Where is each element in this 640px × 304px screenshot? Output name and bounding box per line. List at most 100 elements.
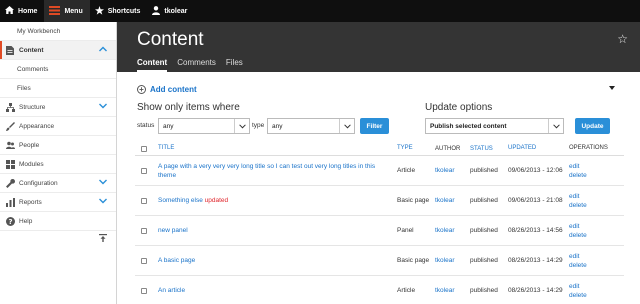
row-updated: 08/26/2013 - 14:56 bbox=[508, 227, 563, 234]
row-select-cell bbox=[135, 287, 158, 294]
sidebar-item-help[interactable]: ? Help bbox=[0, 212, 116, 231]
column-header-title[interactable]: TITLE bbox=[158, 144, 397, 153]
toolbar-user[interactable]: tkolear bbox=[147, 0, 194, 22]
row-checkbox[interactable] bbox=[141, 197, 147, 204]
row-author-link[interactable]: tkolear bbox=[435, 257, 470, 264]
row-author-link[interactable]: tkolear bbox=[435, 227, 470, 234]
update-action-select[interactable]: Publish selected content bbox=[425, 118, 564, 134]
admin-sidebar: My Workbench Content Comments Files Stru… bbox=[0, 22, 117, 304]
status-filter-value: any bbox=[163, 122, 174, 130]
people-icon bbox=[5, 140, 15, 150]
caret-down-icon[interactable] bbox=[609, 86, 615, 90]
delete-link[interactable]: delete bbox=[569, 171, 624, 180]
collapse-icon[interactable] bbox=[99, 234, 107, 244]
row-status: published bbox=[470, 197, 498, 204]
sidebar-item-label: Content bbox=[19, 46, 44, 54]
appearance-icon bbox=[5, 121, 15, 131]
row-title-link[interactable]: A basic page bbox=[158, 257, 195, 264]
row-select-cell bbox=[135, 227, 158, 234]
chevron-down-icon[interactable] bbox=[99, 198, 107, 206]
update-button[interactable]: Update bbox=[575, 118, 610, 134]
tab-comments[interactable]: Comments bbox=[177, 58, 216, 72]
sidebar-item-modules[interactable]: Modules bbox=[0, 155, 116, 174]
structure-icon bbox=[5, 102, 15, 112]
sidebar-item-label: Configuration bbox=[19, 179, 58, 187]
sidebar-item-my-workbench[interactable]: My Workbench bbox=[0, 22, 116, 41]
chevron-down-icon[interactable] bbox=[99, 103, 107, 111]
toolbar-home[interactable]: Home bbox=[0, 0, 44, 22]
row-checkbox[interactable] bbox=[141, 257, 147, 264]
help-icon: ? bbox=[5, 216, 15, 226]
type-filter-select[interactable]: any bbox=[267, 118, 355, 134]
toolbar-home-label: Home bbox=[18, 7, 38, 15]
sidebar-item-people[interactable]: People bbox=[0, 136, 116, 155]
row-select-cell bbox=[135, 197, 158, 204]
table-row: new panel Panel tkolear published 08/26/… bbox=[135, 216, 624, 246]
tab-files[interactable]: Files bbox=[226, 58, 243, 72]
row-title-cell: new panel bbox=[158, 226, 397, 235]
edit-link[interactable]: edit bbox=[569, 192, 624, 201]
column-header-type[interactable]: TYPE bbox=[397, 144, 435, 153]
row-type: Panel bbox=[397, 227, 414, 234]
row-checkbox[interactable] bbox=[141, 167, 147, 174]
sidebar-item-appearance[interactable]: Appearance bbox=[0, 117, 116, 136]
tab-content[interactable]: Content bbox=[137, 58, 168, 72]
add-content-link[interactable]: + Add content bbox=[137, 85, 197, 94]
reports-icon bbox=[5, 197, 15, 207]
sidebar-item-structure[interactable]: Structure bbox=[0, 98, 116, 117]
row-operations: edit delete bbox=[567, 282, 624, 300]
select-all-cell bbox=[135, 145, 158, 152]
row-title-link[interactable]: Something else bbox=[158, 197, 203, 204]
row-select-cell bbox=[135, 167, 158, 174]
sidebar-item-reports[interactable]: Reports bbox=[0, 193, 116, 212]
chevron-down-icon[interactable] bbox=[99, 179, 107, 187]
table-row: An article Article tkolear published 08/… bbox=[135, 276, 624, 304]
row-title-link[interactable]: new panel bbox=[158, 227, 188, 234]
update-heading: Update options bbox=[425, 102, 493, 113]
row-title-link[interactable]: A page with a very very very long title … bbox=[158, 163, 375, 179]
chevron-up-icon[interactable] bbox=[99, 46, 107, 54]
sidebar-item-content[interactable]: Content bbox=[0, 41, 116, 60]
column-header-updated[interactable]: UPDATED bbox=[508, 144, 567, 153]
sidebar-item-configuration[interactable]: Configuration bbox=[0, 174, 116, 193]
column-header-status[interactable]: STATUS bbox=[470, 146, 508, 152]
sidebar-item-comments[interactable]: Comments bbox=[0, 60, 116, 79]
table-row: Something else updated Basic page tkolea… bbox=[135, 186, 624, 216]
row-updated: 09/06/2013 - 12:06 bbox=[508, 167, 563, 174]
row-status: published bbox=[470, 227, 498, 234]
row-author-link[interactable]: tkolear bbox=[435, 287, 470, 294]
sidebar-item-label: Structure bbox=[19, 103, 46, 111]
primary-tabs: Content Comments Files bbox=[137, 58, 253, 72]
toolbar-menu[interactable]: Menu bbox=[44, 0, 90, 22]
edit-link[interactable]: edit bbox=[569, 252, 624, 261]
update-action-value: Publish selected content bbox=[430, 122, 507, 130]
toolbar-shortcuts[interactable]: Shortcuts bbox=[90, 0, 148, 22]
star-icon[interactable]: ☆ bbox=[617, 32, 628, 46]
row-checkbox[interactable] bbox=[141, 287, 147, 294]
table-row: A page with a very very very long title … bbox=[135, 156, 624, 186]
delete-link[interactable]: delete bbox=[569, 201, 624, 210]
row-checkbox[interactable] bbox=[141, 227, 147, 234]
delete-link[interactable]: delete bbox=[569, 231, 624, 240]
sidebar-item-label: Appearance bbox=[19, 122, 55, 130]
type-filter-value: any bbox=[272, 122, 283, 130]
row-title-link[interactable]: An article bbox=[158, 287, 185, 294]
edit-link[interactable]: edit bbox=[569, 282, 624, 291]
type-filter-label: type bbox=[252, 122, 265, 129]
chevron-down-icon bbox=[339, 119, 354, 133]
sidebar-item-files[interactable]: Files bbox=[0, 79, 116, 98]
edit-link[interactable]: edit bbox=[569, 162, 624, 171]
sidebar-item-label: People bbox=[19, 141, 40, 149]
sidebar-item-label: My Workbench bbox=[17, 27, 61, 35]
row-status: published bbox=[470, 257, 498, 264]
row-author-link[interactable]: tkolear bbox=[435, 167, 470, 174]
status-filter-select[interactable]: any bbox=[158, 118, 250, 134]
delete-link[interactable]: delete bbox=[569, 261, 624, 270]
configuration-icon bbox=[5, 178, 15, 188]
delete-link[interactable]: delete bbox=[569, 291, 624, 300]
filter-button[interactable]: Filter bbox=[360, 118, 389, 134]
select-all-checkbox[interactable] bbox=[141, 145, 147, 152]
row-author-link[interactable]: tkolear bbox=[435, 197, 470, 204]
row-title-cell: A page with a very very very long title … bbox=[158, 162, 397, 180]
edit-link[interactable]: edit bbox=[569, 222, 624, 231]
